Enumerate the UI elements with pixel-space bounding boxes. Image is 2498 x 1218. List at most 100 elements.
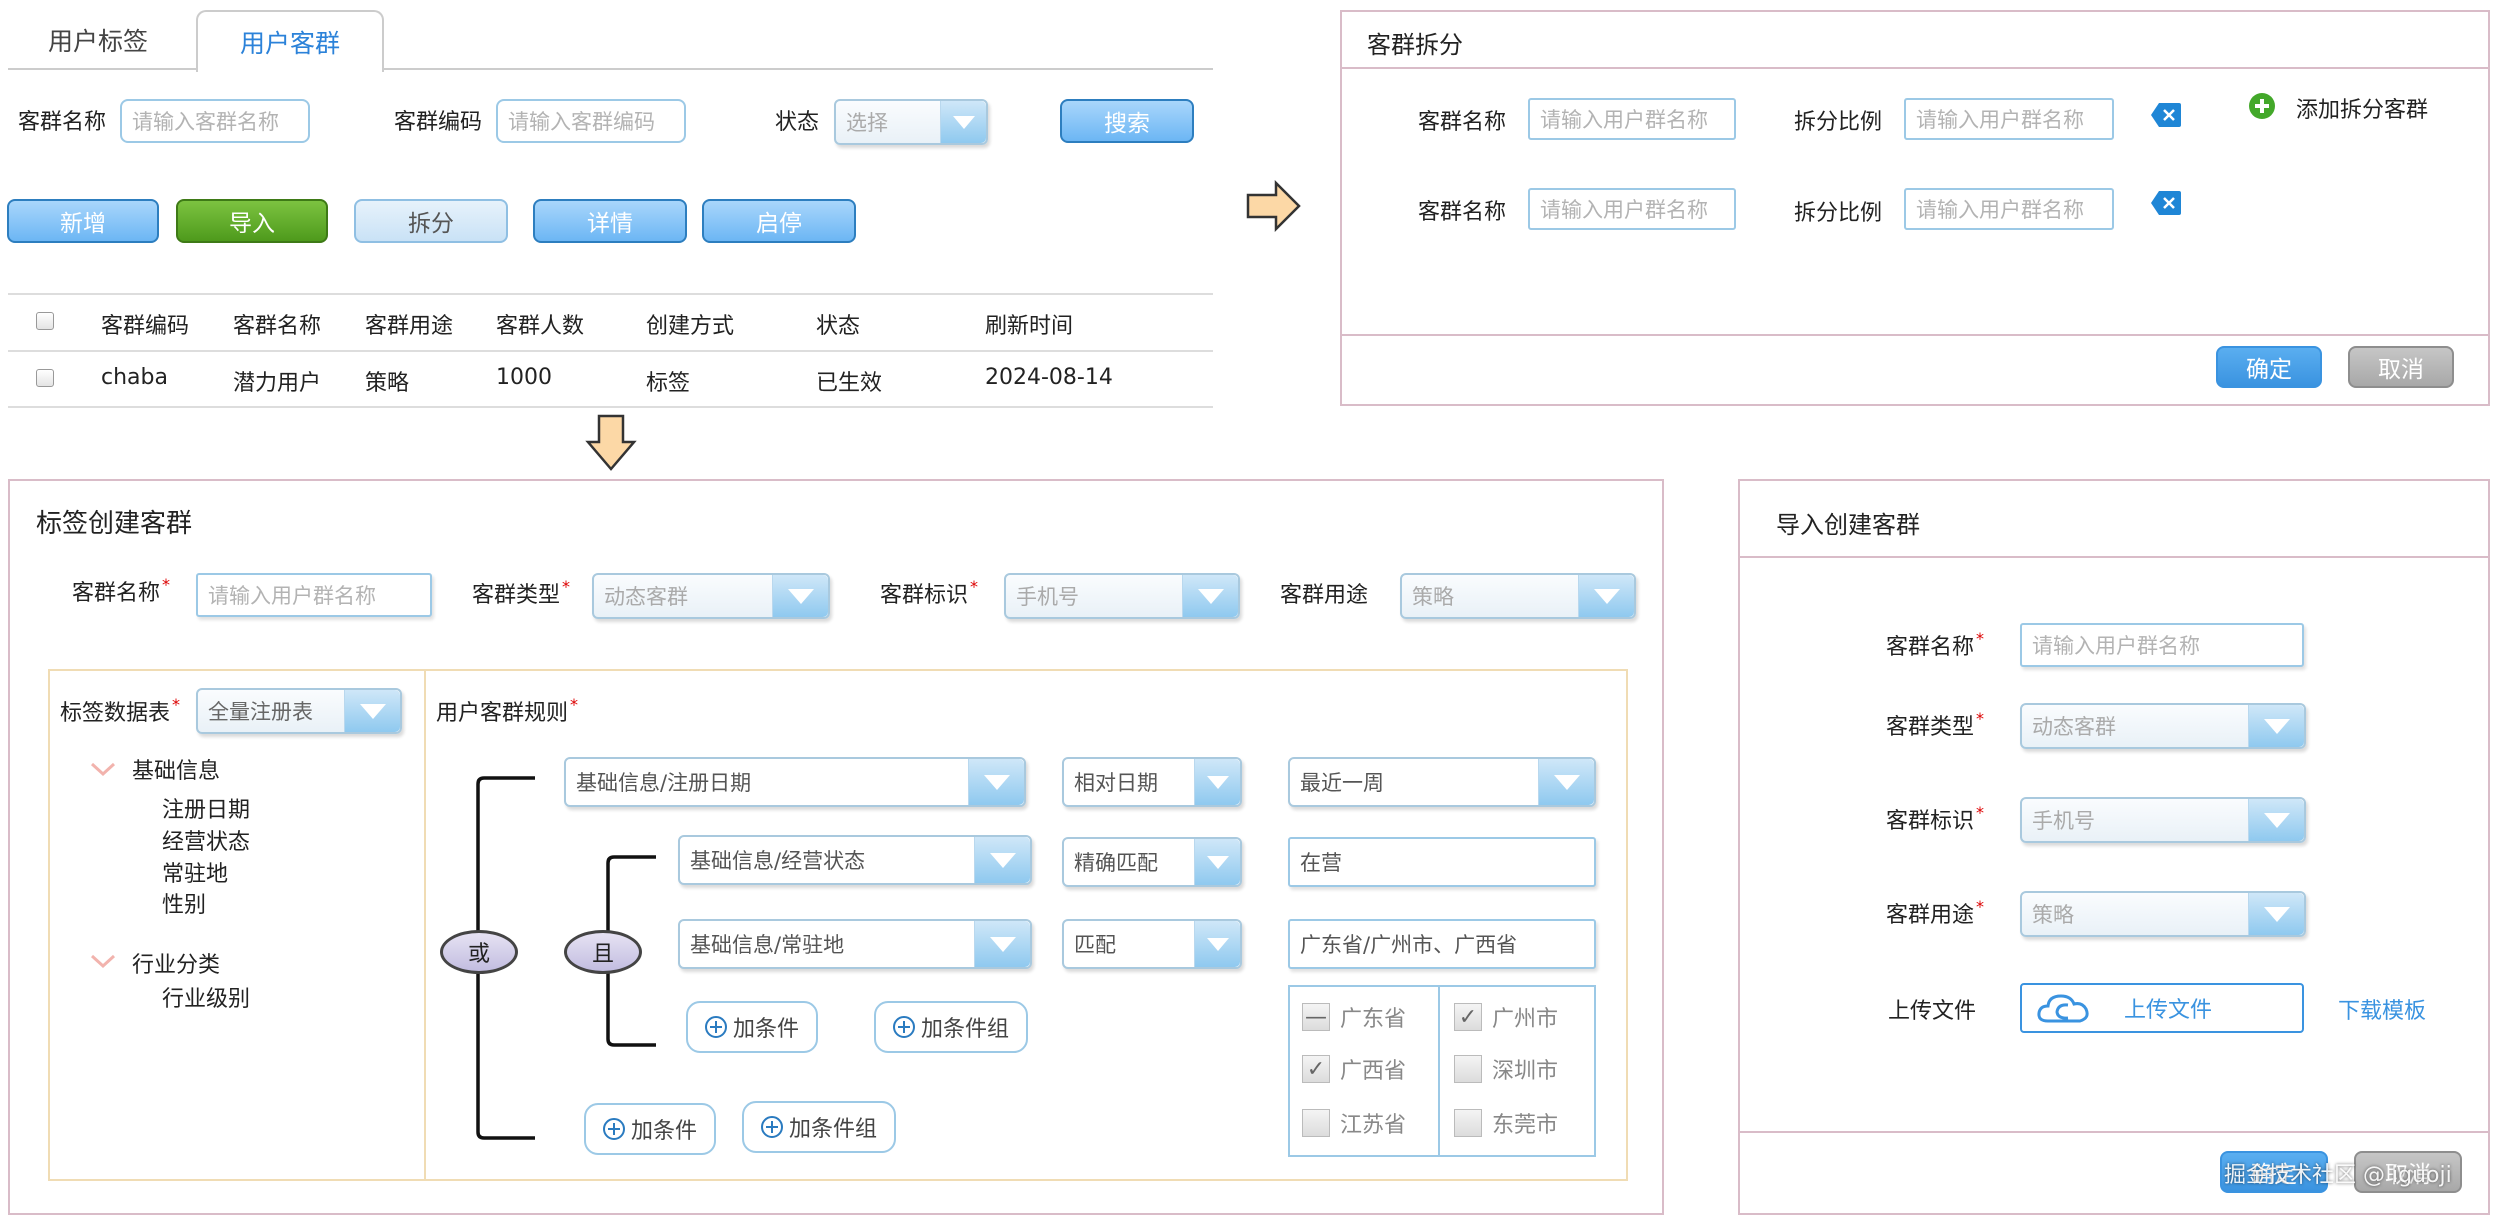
split-ratio-input[interactable]: 请输入用户群名称 [1904, 98, 2114, 140]
cancel-button-label: 取消 [2378, 357, 2424, 383]
status-select[interactable]: 选择 [834, 99, 988, 145]
plus-icon [602, 1118, 625, 1140]
col-header: 客群人数 [496, 314, 585, 339]
group-use-select[interactable]: 策略 [2020, 891, 2306, 937]
col-header: 状态 [816, 314, 861, 339]
group-name-input[interactable]: 请输入用户群名称 [2020, 623, 2304, 667]
col-header: 客群编码 [101, 314, 190, 339]
chevron-down-icon [2248, 893, 2304, 935]
cancel-button[interactable]: 取消 [2348, 346, 2454, 388]
col-header: 创建方式 [646, 314, 735, 339]
city-name: 深圳市 [1492, 1059, 1559, 1084]
row-checkbox[interactable] [36, 369, 54, 387]
rule-value-select[interactable]: 最近一周 [1288, 757, 1596, 807]
rule-op-select[interactable]: 匹配 [1062, 919, 1242, 969]
select-all-checkbox[interactable] [36, 312, 54, 330]
add-button[interactable]: 新增 [7, 199, 159, 243]
arrow-right-icon [1246, 180, 1301, 232]
rule-field-select[interactable]: 基础信息/经营状态 [678, 835, 1032, 885]
import-button[interactable]: 导入 [176, 199, 328, 243]
table-top-line [8, 293, 1213, 295]
city-option[interactable]: ✓ 广州市 [1454, 1001, 1558, 1033]
tag-create-dialog: 标签创建客群 客群名称 请输入用户群名称 客群类型 动态客群 客群标识 手机号 … [8, 479, 1664, 1215]
plus-icon [704, 1016, 727, 1038]
city-option[interactable]: 深圳市 [1454, 1053, 1558, 1085]
province-option[interactable]: 江苏省 [1302, 1107, 1406, 1139]
city-name: 东莞市 [1492, 1113, 1559, 1138]
cell: 策略 [365, 371, 410, 396]
divider [1342, 334, 2488, 336]
toggle-button-label: 启停 [756, 211, 802, 237]
split-name-input[interactable]: 请输入用户群名称 [1528, 98, 1736, 140]
province-name: 广东省 [1340, 1007, 1407, 1032]
rule-value-input[interactable]: 在营 [1288, 837, 1596, 887]
add-group-label: 加条件组 [788, 1117, 877, 1142]
plus-icon [892, 1016, 915, 1038]
split-dialog: 客群拆分 客群名称 请输入用户群名称 拆分比例 请输入用户群名称 添加拆分客群 … [1340, 10, 2490, 406]
split-name-input[interactable]: 请输入用户群名称 [1528, 188, 1736, 230]
split-ratio-input[interactable]: 请输入用户群名称 [1904, 188, 2114, 230]
rule-op-select[interactable]: 相对日期 [1062, 757, 1242, 807]
toggle-button[interactable]: 启停 [702, 199, 856, 243]
rule-op-select[interactable]: 精确匹配 [1062, 837, 1242, 887]
city-option[interactable]: 东莞市 [1454, 1107, 1558, 1139]
cell: 潜力用户 [233, 371, 322, 396]
detail-button[interactable]: 详情 [533, 199, 687, 243]
add-group-button[interactable]: 加条件组 [742, 1101, 896, 1153]
download-template-link[interactable]: 下载模板 [2338, 993, 2426, 1025]
add-condition-button[interactable]: 加条件 [686, 1001, 818, 1053]
code-label: 客群编码 [394, 110, 483, 135]
checkbox-icon [1302, 1109, 1330, 1137]
rule-value-input[interactable]: 广东省/广州市、广西省 [1288, 919, 1596, 969]
delete-icon[interactable] [2150, 102, 2182, 128]
province-option[interactable]: — 广东省 [1302, 1001, 1406, 1033]
confirm-button[interactable]: 确定 [2216, 346, 2322, 388]
or-operator[interactable]: 或 [440, 930, 518, 974]
chevron-down-icon [940, 101, 986, 143]
upload-button-label: 上传文件 [2124, 998, 2213, 1023]
name-label: 客群名称 [18, 110, 107, 135]
divider [1740, 1131, 2488, 1133]
split-ratio-label: 拆分比例 [1794, 110, 1883, 135]
group-id-label: 客群标识 [1886, 803, 1984, 835]
plus-icon [760, 1116, 783, 1138]
add-split-link[interactable]: 添加拆分客群 [2296, 92, 2428, 124]
search-button[interactable]: 搜索 [1060, 99, 1194, 143]
checkbox-icon [1454, 1055, 1482, 1083]
rule-field-value: 基础信息/常驻地 [690, 933, 845, 957]
dialog-title: 客群拆分 [1367, 31, 1463, 59]
chevron-down-icon [974, 837, 1030, 883]
group-use-value: 策略 [2032, 903, 2074, 927]
cloud-upload-icon [2037, 994, 2089, 1023]
split-button-label: 拆分 [408, 211, 454, 237]
city-name: 广州市 [1492, 1007, 1559, 1032]
add-condition-button[interactable]: 加条件 [584, 1103, 716, 1155]
rule-field-select[interactable]: 基础信息/常驻地 [678, 919, 1032, 969]
cell: 已生效 [816, 371, 883, 396]
group-type-select[interactable]: 动态客群 [2020, 703, 2306, 749]
tab-user-tags[interactable]: 用户标签 [48, 22, 148, 58]
group-id-select[interactable]: 手机号 [2020, 797, 2306, 843]
col-header: 客群用途 [365, 314, 454, 339]
group-name-label: 客群名称 [1886, 629, 1984, 661]
tab-user-groups[interactable]: 用户客群 [196, 10, 384, 72]
watermark: 掘金技术社区 @ iguoji [2224, 1163, 2452, 1188]
rule-field-select[interactable]: 基础信息/注册日期 [564, 757, 1026, 807]
add-group-button[interactable]: 加条件组 [874, 1001, 1028, 1053]
table-header-line [8, 350, 1213, 352]
region-picker-divider [1438, 985, 1440, 1157]
split-button[interactable]: 拆分 [354, 199, 508, 243]
add-group-label: 加条件组 [920, 1017, 1009, 1042]
code-input[interactable]: 请输入客群编码 [496, 99, 686, 143]
name-input[interactable]: 请输入客群名称 [120, 99, 310, 143]
dialog-title: 导入创建客群 [1776, 511, 1920, 539]
divider [1342, 67, 2488, 69]
province-option[interactable]: ✓ 广西省 [1302, 1053, 1406, 1085]
upload-button[interactable]: 上传文件 [2020, 983, 2304, 1033]
add-condition-label: 加条件 [732, 1017, 799, 1042]
delete-icon[interactable] [2150, 190, 2182, 216]
add-circle-icon[interactable] [2248, 92, 2276, 120]
cell: 标签 [646, 371, 691, 396]
and-operator[interactable]: 且 [564, 930, 642, 974]
rule-field-value: 基础信息/经营状态 [690, 849, 866, 873]
